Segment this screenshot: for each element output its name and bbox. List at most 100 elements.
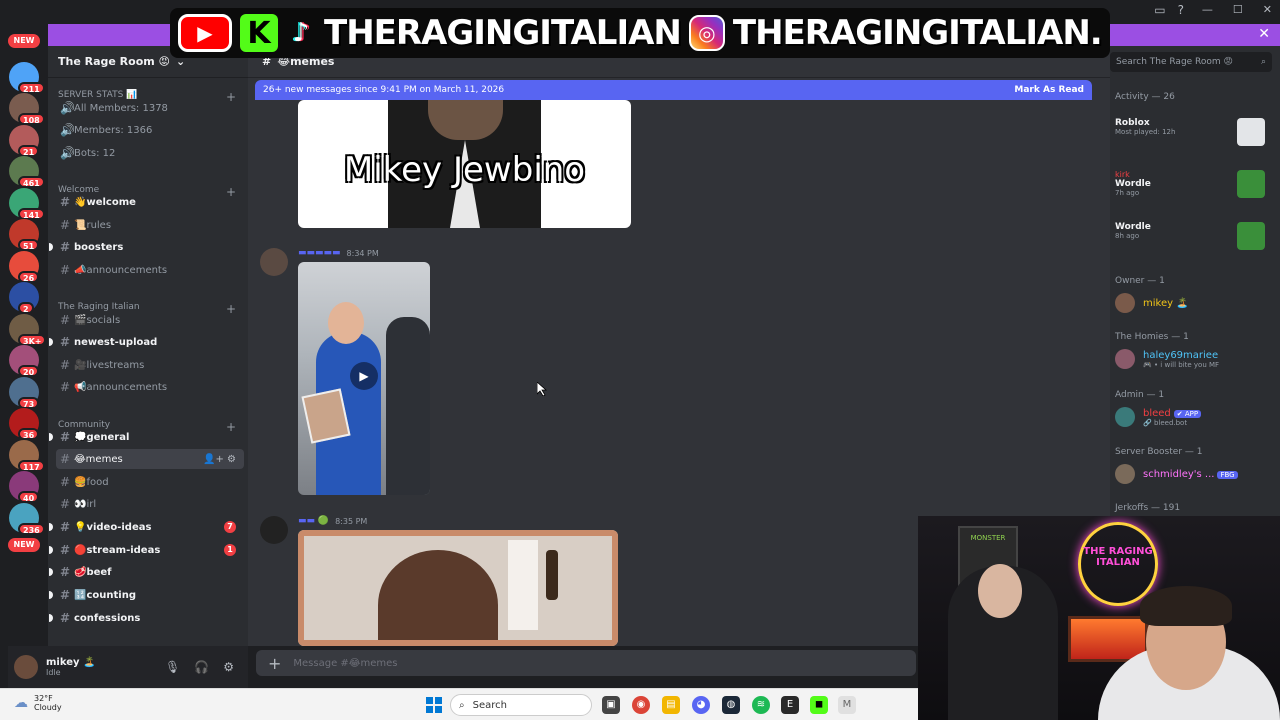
search-placeholder: Search The Rage Room 😡 [1116, 57, 1233, 67]
mention-badge: 73 [18, 396, 40, 409]
new-messages-bar[interactable]: 26+ new messages since 9:41 PM on March … [255, 80, 1092, 100]
channel-item[interactable]: # 👋welcome [56, 192, 244, 212]
search-input[interactable]: Search The Rage Room 😡 ⌕ [1110, 52, 1272, 72]
channel-label: 😂memes [74, 453, 123, 465]
discord-icon[interactable]: ◕ [692, 696, 710, 714]
avatar[interactable] [260, 516, 288, 544]
channel-item[interactable]: # 💭general [49, 427, 244, 447]
member-item[interactable]: mikey 🏝️ [1115, 290, 1275, 316]
maximize-icon[interactable]: ☐ [1233, 3, 1243, 16]
activity-card[interactable]: Wordle 8h ago [1115, 222, 1275, 260]
activity-card[interactable]: kirk Wordle 7h ago [1115, 170, 1275, 208]
author-name[interactable]: ▬▬ 🟢 [298, 516, 329, 526]
author-name[interactable]: ▬▬▬▬▬ [298, 248, 341, 258]
hash-icon: # [60, 543, 71, 557]
weather-widget[interactable]: ☁ 32°F Cloudy [14, 694, 62, 712]
inbox-icon[interactable]: ▭ [1154, 3, 1165, 17]
member-name: bleed ✔ APP [1143, 408, 1202, 419]
play-icon[interactable]: ▶ [350, 362, 378, 390]
hash-icon: # [60, 335, 71, 349]
notice-close-icon[interactable]: ✕ [1258, 26, 1270, 42]
file-explorer-icon[interactable]: ▤ [662, 696, 680, 714]
message-input[interactable]: Message #😂memes [293, 658, 397, 669]
kick-app-icon[interactable]: ◼ [810, 696, 828, 714]
temperature: 32°F [34, 694, 53, 703]
channel-item[interactable]: # 🔢counting [49, 585, 244, 605]
channel-item[interactable]: # boosters [49, 237, 244, 257]
timestamp: 8:34 PM [346, 248, 379, 258]
stat-channel[interactable]: 🔊 Bots: 12 [56, 143, 244, 163]
kick-icon: K [240, 14, 278, 52]
game-icon [1237, 222, 1265, 250]
channel-item[interactable]: # 🎥livestreams [56, 355, 244, 375]
member-item[interactable]: schmidley's ... FBG [1115, 461, 1275, 487]
mention-badge: 141 [18, 207, 45, 220]
meme-image[interactable]: Mikey Jewbino [298, 100, 631, 228]
app-icon[interactable]: M [838, 696, 856, 714]
channel-item[interactable]: # 😂memes 👤+ ⚙ [56, 449, 244, 469]
channel-label: 🔢counting [74, 589, 136, 601]
video-attachment[interactable]: ▶ [298, 262, 430, 495]
microphone-icon[interactable]: 🎙 [165, 660, 180, 674]
screen: ▭ ? — ☐ ✕ ✕ NEW 211 108 21 461 141 51 26 2 3K+ 20 7… [0, 0, 1280, 720]
close-window-icon[interactable]: ✕ [1263, 3, 1272, 16]
member-name: mikey 🏝️ [1143, 297, 1189, 309]
member-group-header: Jerkoffs — 191 [1115, 503, 1181, 513]
activity-header: Activity — 26 [1115, 92, 1175, 102]
mouse-cursor-icon [537, 382, 547, 396]
channel-item[interactable]: # 📜rules [56, 215, 244, 235]
member-status: 🔗 bleed.bot [1143, 418, 1188, 427]
unread-indicator [49, 546, 53, 554]
channel-item[interactable]: # newest-upload [49, 332, 244, 352]
taskbar: ☁ 32°F Cloudy ⌕ Search ▣ ◉ ▤ ◕ ◍ ≋ E ◼ M [0, 688, 918, 720]
member-item[interactable]: bleed ✔ APP 🔗 bleed.bot [1115, 404, 1275, 430]
hash-icon: # [60, 611, 71, 625]
channel-item[interactable]: # 🍔food [56, 472, 244, 492]
minimize-icon[interactable]: — [1202, 3, 1213, 16]
channel-settings-icon[interactable]: 👤+ ⚙ [203, 454, 236, 465]
channel-item[interactable]: # 💡video-ideas 7 [49, 517, 244, 537]
stat-channel[interactable]: 🔊 Members: 1366 [56, 120, 244, 140]
channel-item[interactable]: # 📣announcements [56, 260, 244, 280]
add-attachment-icon[interactable]: + [268, 654, 281, 673]
message-composer[interactable]: + Message #😂memes [256, 650, 916, 676]
task-view-icon[interactable]: ▣ [602, 696, 620, 714]
channel-item[interactable]: # 📢announcements [56, 377, 244, 397]
help-icon[interactable]: ? [1178, 3, 1184, 17]
instagram-icon: ◎ [688, 15, 725, 51]
channel-item[interactable]: # confessions [49, 608, 244, 628]
user-panel: mikey 🏝️ Idle 🎙 🎧 ⚙ [8, 646, 248, 688]
avatar[interactable] [14, 655, 38, 679]
channel-item[interactable]: # 🎬socials [56, 310, 244, 330]
mention-badge: 461 [18, 176, 45, 188]
taskbar-search[interactable]: ⌕ Search [450, 694, 592, 716]
epic-games-icon[interactable]: E [781, 696, 799, 714]
mention-badge: 20 [18, 365, 40, 377]
hash-icon: # [60, 358, 71, 372]
avatar [1115, 349, 1135, 369]
steam-icon[interactable]: ◍ [722, 696, 740, 714]
activity-card[interactable]: Roblox Most played: 12h [1115, 118, 1275, 156]
spotify-icon[interactable]: ≋ [752, 696, 770, 714]
channel-item[interactable]: # 🔴stream-ideas 1 [49, 540, 244, 560]
channel-item[interactable]: # 🥩beef [49, 562, 244, 582]
mention-badge: 36 [18, 428, 40, 440]
channel-item[interactable]: # 👀irl [56, 494, 244, 514]
channel-label: 👀irl [74, 498, 97, 510]
channel-label: 🍔food [74, 476, 109, 488]
gif-attachment[interactable] [298, 530, 618, 646]
avatar [1115, 464, 1135, 484]
mention-badge: 21 [18, 144, 40, 157]
tiktok-icon: ♪ [292, 18, 310, 48]
mark-as-read-button[interactable]: Mark As Read [1014, 85, 1084, 95]
member-item[interactable]: haley69mariee 🎮 • i will bite you MF [1115, 346, 1275, 372]
message-meta: ▬▬▬▬▬ 8:34 PM [298, 248, 379, 258]
avatar[interactable] [260, 248, 288, 276]
headphones-icon[interactable]: 🎧 [194, 660, 209, 674]
stat-channel[interactable]: 🔊 All Members: 1378 [56, 98, 244, 118]
webcam-person-head [978, 564, 1022, 618]
chrome-icon[interactable]: ◉ [632, 696, 650, 714]
instagram-handle: THERAGINGITALIAN. [732, 13, 1103, 53]
settings-gear-icon[interactable]: ⚙ [223, 660, 234, 674]
windows-start-icon[interactable] [426, 697, 442, 713]
